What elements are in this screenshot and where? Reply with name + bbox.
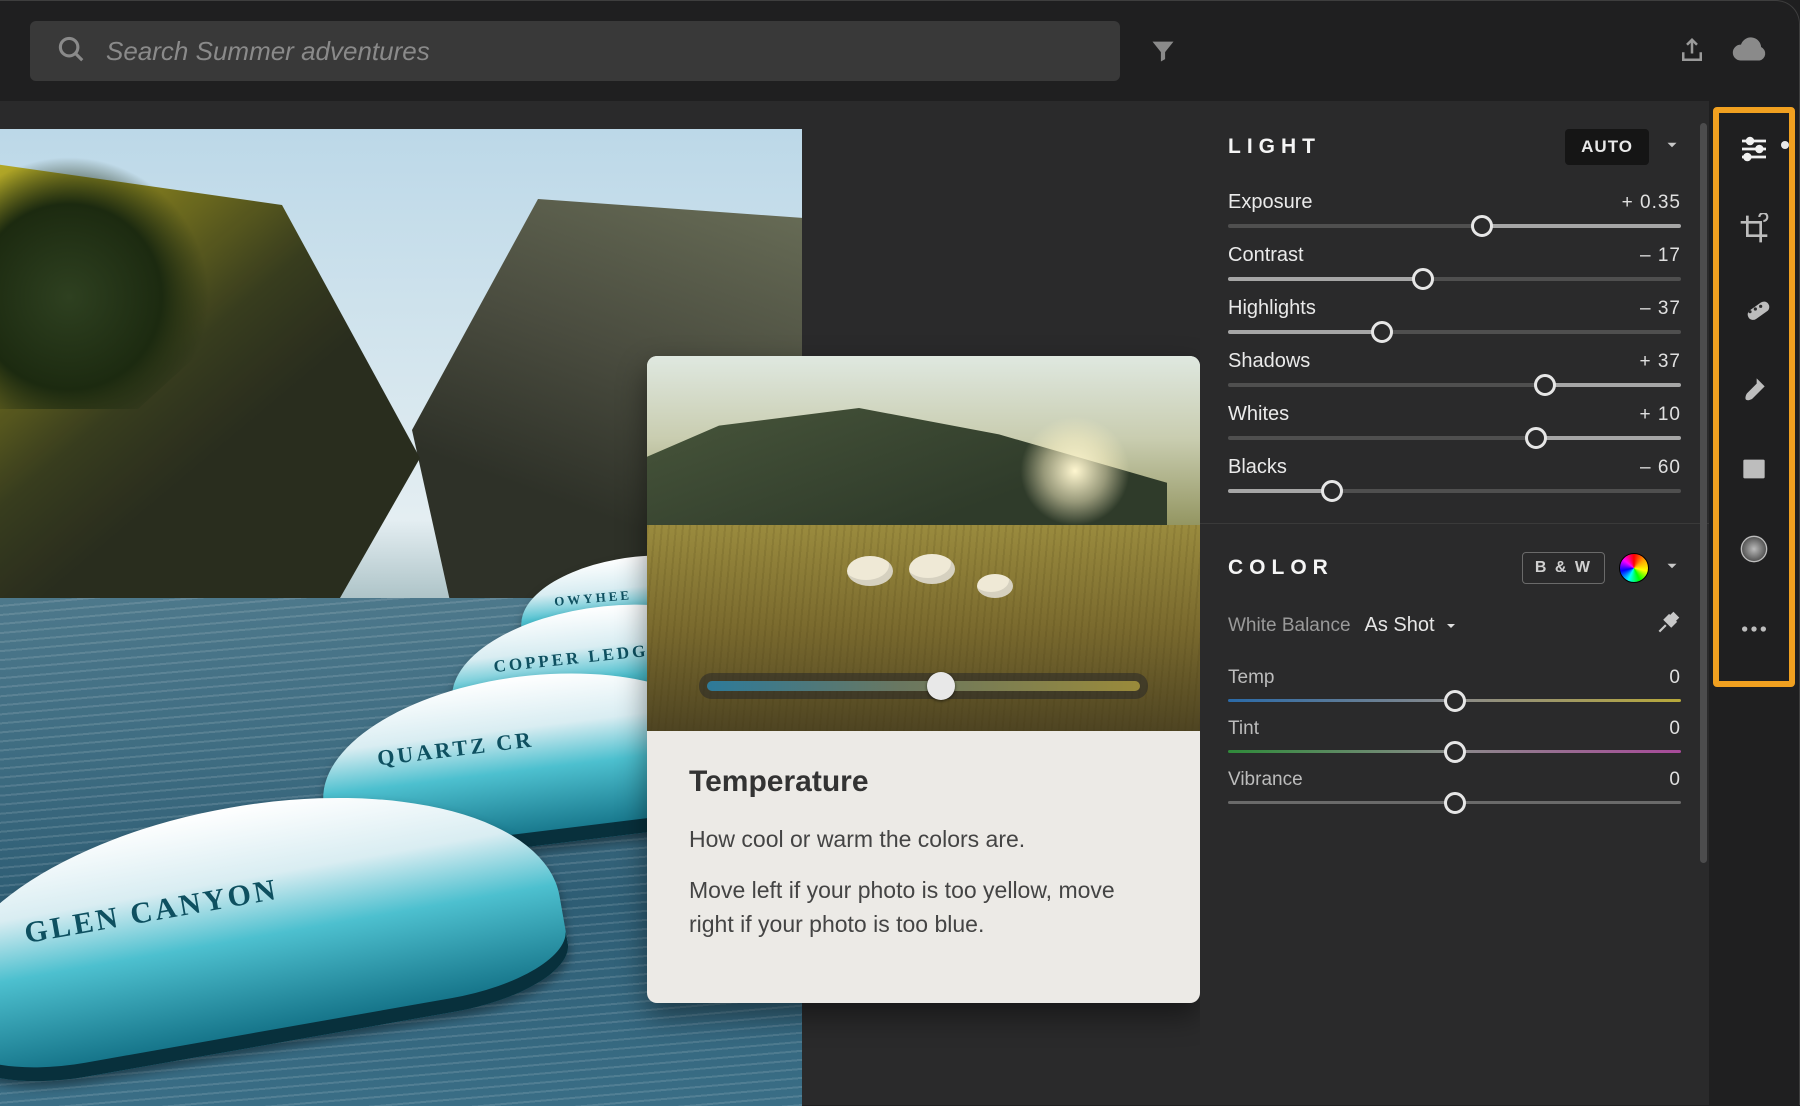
tooltip-title: Temperature	[689, 765, 1158, 799]
slider-name: Contrast	[1228, 244, 1304, 267]
color-section-header[interactable]: COLOR B & W	[1228, 552, 1681, 584]
slider-name: Tint	[1228, 718, 1259, 740]
image-canvas[interactable]: OWYHEE COPPER LEDGE F QUARTZ CR GLEN CAN…	[0, 101, 1200, 1105]
color-label: COLOR	[1228, 556, 1508, 580]
edit-panel: LIGHT AUTO Exposure + 0.35 Contrast – 17…	[1200, 101, 1709, 1105]
slider-thumb[interactable]	[1534, 374, 1556, 396]
slider-name: Blacks	[1228, 456, 1287, 479]
slider-track[interactable]	[1228, 489, 1681, 493]
slider-row-highlights: Highlights – 37	[1228, 297, 1681, 334]
slider-name: Exposure	[1228, 191, 1313, 214]
cloud-sync-icon[interactable]	[1731, 32, 1769, 70]
search-field-wrap[interactable]	[30, 21, 1120, 81]
tooltip-temp-slider[interactable]	[707, 671, 1140, 701]
slider-thumb[interactable]	[1371, 321, 1393, 343]
radial-gradient-icon[interactable]	[1734, 529, 1774, 569]
more-icon[interactable]	[1734, 609, 1774, 649]
section-divider	[1200, 523, 1709, 524]
light-section-header[interactable]: LIGHT AUTO	[1228, 129, 1681, 165]
slider-track[interactable]	[1228, 750, 1681, 753]
tooltip-slider-thumb[interactable]	[927, 672, 955, 700]
slider-thumb[interactable]	[1525, 427, 1547, 449]
chevron-down-icon	[1443, 618, 1459, 634]
slider-value: + 0.35	[1622, 192, 1681, 214]
slider-thumb[interactable]	[1412, 268, 1434, 290]
slider-row-exposure: Exposure + 0.35	[1228, 191, 1681, 228]
linear-gradient-icon[interactable]	[1734, 449, 1774, 489]
boat-label: GLEN CANYON	[22, 873, 281, 951]
slider-thumb[interactable]	[1444, 792, 1466, 814]
slider-row-tint: Tint 0	[1228, 718, 1681, 753]
slider-track[interactable]	[1228, 330, 1681, 334]
slider-thumb[interactable]	[1321, 480, 1343, 502]
crop-icon[interactable]	[1734, 209, 1774, 249]
slider-name: Temp	[1228, 667, 1274, 689]
light-label: LIGHT	[1228, 135, 1551, 159]
healing-brush-icon[interactable]	[1734, 289, 1774, 329]
edit-sliders-icon[interactable]	[1734, 129, 1774, 169]
active-tool-indicator	[1781, 141, 1789, 149]
slider-value: – 17	[1640, 245, 1681, 267]
slider-thumb[interactable]	[1471, 215, 1493, 237]
slider-row-contrast: Contrast – 17	[1228, 244, 1681, 281]
slider-value: – 60	[1640, 457, 1681, 479]
chevron-down-icon[interactable]	[1663, 136, 1681, 159]
slider-row-blacks: Blacks – 60	[1228, 456, 1681, 493]
search-icon	[56, 34, 86, 69]
slider-track[interactable]	[1228, 277, 1681, 281]
slider-track[interactable]	[1228, 224, 1681, 228]
slider-thumb[interactable]	[1444, 690, 1466, 712]
slider-track[interactable]	[1228, 699, 1681, 702]
tooltip-preview-image	[647, 356, 1200, 731]
slider-row-temp: Temp 0	[1228, 667, 1681, 702]
white-balance-label: White Balance	[1228, 615, 1351, 637]
slider-thumb[interactable]	[1444, 741, 1466, 763]
slider-value: – 37	[1640, 298, 1681, 320]
white-balance-value: As Shot	[1365, 614, 1435, 637]
help-tooltip-card: Temperature How cool or warm the colors …	[647, 356, 1200, 1003]
black-white-button[interactable]: B & W	[1522, 552, 1605, 584]
share-icon[interactable]	[1673, 32, 1711, 70]
slider-value: 0	[1669, 769, 1681, 791]
slider-value: 0	[1669, 718, 1681, 740]
chevron-down-icon[interactable]	[1663, 557, 1681, 580]
tooltip-text-1: How cool or warm the colors are.	[689, 823, 1158, 856]
slider-track[interactable]	[1228, 436, 1681, 440]
white-balance-dropdown[interactable]: As Shot	[1365, 614, 1459, 637]
auto-button[interactable]: AUTO	[1565, 129, 1649, 165]
slider-track[interactable]	[1228, 801, 1681, 804]
slider-row-whites: Whites + 10	[1228, 403, 1681, 440]
boat-label: QUARTZ CR	[376, 726, 536, 771]
brush-icon[interactable]	[1734, 369, 1774, 409]
eyedropper-icon[interactable]	[1655, 610, 1681, 641]
white-balance-row: White Balance As Shot	[1228, 610, 1681, 641]
slider-track[interactable]	[1228, 383, 1681, 387]
slider-name: Highlights	[1228, 297, 1316, 320]
slider-value: 0	[1669, 667, 1681, 689]
slider-value: + 10	[1639, 404, 1681, 426]
tool-strip	[1709, 101, 1799, 1105]
color-mixer-icon[interactable]	[1619, 553, 1649, 583]
filter-icon[interactable]	[1144, 32, 1182, 70]
slider-value: + 37	[1639, 351, 1681, 373]
slider-name: Vibrance	[1228, 769, 1303, 791]
slider-row-shadows: Shadows + 37	[1228, 350, 1681, 387]
slider-name: Shadows	[1228, 350, 1310, 373]
panel-scrollbar[interactable]	[1700, 123, 1707, 863]
search-input[interactable]	[106, 36, 1094, 67]
slider-row-vibrance: Vibrance 0	[1228, 769, 1681, 804]
top-bar	[0, 1, 1799, 101]
tooltip-text-2: Move left if your photo is too yellow, m…	[689, 874, 1158, 941]
slider-name: Whites	[1228, 403, 1289, 426]
